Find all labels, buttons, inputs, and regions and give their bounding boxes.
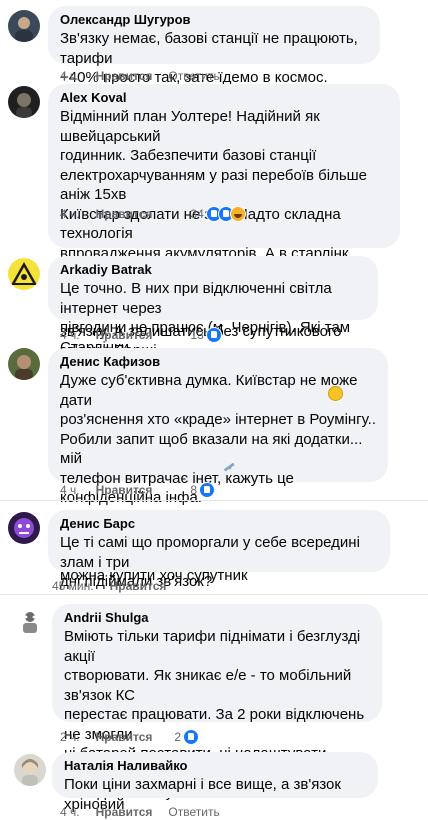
reaction-count-value: 13 bbox=[190, 328, 204, 342]
avatar[interactable] bbox=[8, 86, 40, 118]
comment-author[interactable]: Денис Кафизов bbox=[60, 354, 376, 370]
like-button[interactable]: Нравится bbox=[96, 804, 153, 820]
comment-author[interactable]: Alex Koval bbox=[60, 90, 388, 106]
reply-button[interactable]: Ответить bbox=[168, 68, 219, 84]
reaction-count[interactable]: 13 bbox=[190, 327, 222, 343]
comment-time[interactable]: 45 мин. bbox=[52, 578, 94, 594]
like-button[interactable]: Нравится bbox=[110, 578, 167, 594]
comment-bubble: Andrii Shulga Вміють тільки тарифи підні… bbox=[52, 604, 382, 801]
comment-time[interactable]: 4 ч. bbox=[60, 804, 80, 820]
satellite-emoji-icon bbox=[222, 460, 237, 475]
comment-actions: 4 ч. Нравится 8 bbox=[60, 482, 216, 498]
like-reaction-icon bbox=[205, 327, 222, 343]
comment-bubble: Олександр Шугуров Зв'язку немає, базові … bbox=[48, 6, 380, 86]
reaction-icons bbox=[183, 729, 200, 745]
comment-author[interactable]: Наталія Наливайко bbox=[64, 758, 366, 774]
reaction-count[interactable]: 2 bbox=[174, 729, 200, 745]
reaction-icons bbox=[199, 482, 216, 498]
reply-button[interactable]: Ответить bbox=[168, 804, 219, 820]
reaction-icons bbox=[205, 206, 246, 222]
comment-bubble: Alex Koval Відмінний план Уолтере! Надій… bbox=[48, 84, 400, 379]
comment-time[interactable]: 2 ч. bbox=[60, 729, 80, 745]
comment-time[interactable]: 4 ч. bbox=[60, 206, 80, 222]
avatar[interactable] bbox=[14, 754, 46, 786]
like-reaction-icon bbox=[199, 482, 216, 498]
avatar[interactable] bbox=[8, 258, 40, 290]
divider bbox=[0, 500, 428, 501]
like-button[interactable]: Нравится bbox=[96, 327, 153, 343]
divider bbox=[0, 594, 428, 595]
comment-bubble: Денис Кафизов Дуже суб'єктивна думка. Ки… bbox=[48, 348, 388, 584]
comment-author[interactable]: Олександр Шугуров bbox=[60, 12, 368, 28]
comment-bubble: Наталія Наливайко Поки ціни захмарні і в… bbox=[52, 752, 378, 813]
comment-time[interactable]: 4 ч. bbox=[60, 327, 80, 343]
comment-actions: 45 мин. Нравится bbox=[52, 578, 182, 594]
avatar[interactable] bbox=[8, 10, 40, 42]
reaction-icons bbox=[205, 327, 222, 343]
reaction-count-value: 34 bbox=[190, 207, 204, 221]
avatar[interactable] bbox=[14, 606, 46, 638]
like-button[interactable]: Нравится bbox=[96, 68, 153, 84]
reaction-count-value: 2 bbox=[174, 730, 182, 744]
comment-time[interactable]: 4 ч. bbox=[60, 482, 80, 498]
like-reaction-icon bbox=[183, 729, 200, 745]
haha-reaction-icon bbox=[229, 206, 246, 222]
comment-bubble: Денис Барс Це ті самі що проморгали у се… bbox=[48, 510, 390, 590]
laughing-emoji-icon bbox=[328, 386, 343, 401]
like-button[interactable]: Нравится bbox=[96, 482, 153, 498]
comment-author[interactable]: Andrii Shulga bbox=[64, 610, 370, 626]
comment-bubble: Arkadiy Batrak Це точно. В них при відкл… bbox=[48, 256, 378, 375]
comment-actions: 4 ч. Нравится 13 bbox=[60, 327, 222, 343]
like-button[interactable]: Нравится bbox=[96, 206, 153, 222]
comment-actions: 4 ч. Нравится 34 bbox=[60, 206, 246, 222]
like-button[interactable]: Нравится bbox=[96, 729, 153, 745]
reaction-count[interactable]: 34 bbox=[190, 206, 246, 222]
comment-actions: 4 ч. Нравится Ответить bbox=[60, 804, 236, 820]
reaction-count[interactable]: 8 bbox=[190, 482, 216, 498]
comment-time[interactable]: 4 ч. bbox=[60, 68, 80, 84]
comment-actions: 2 ч. Нравится 2 bbox=[60, 729, 200, 745]
avatar[interactable] bbox=[8, 512, 40, 544]
comment-author[interactable]: Arkadiy Batrak bbox=[60, 262, 366, 278]
comment-actions: 4 ч. Нравится Ответить bbox=[60, 68, 236, 84]
avatar[interactable] bbox=[8, 348, 40, 380]
reaction-count-value: 8 bbox=[190, 483, 198, 497]
comment-author[interactable]: Денис Барс bbox=[60, 516, 378, 532]
